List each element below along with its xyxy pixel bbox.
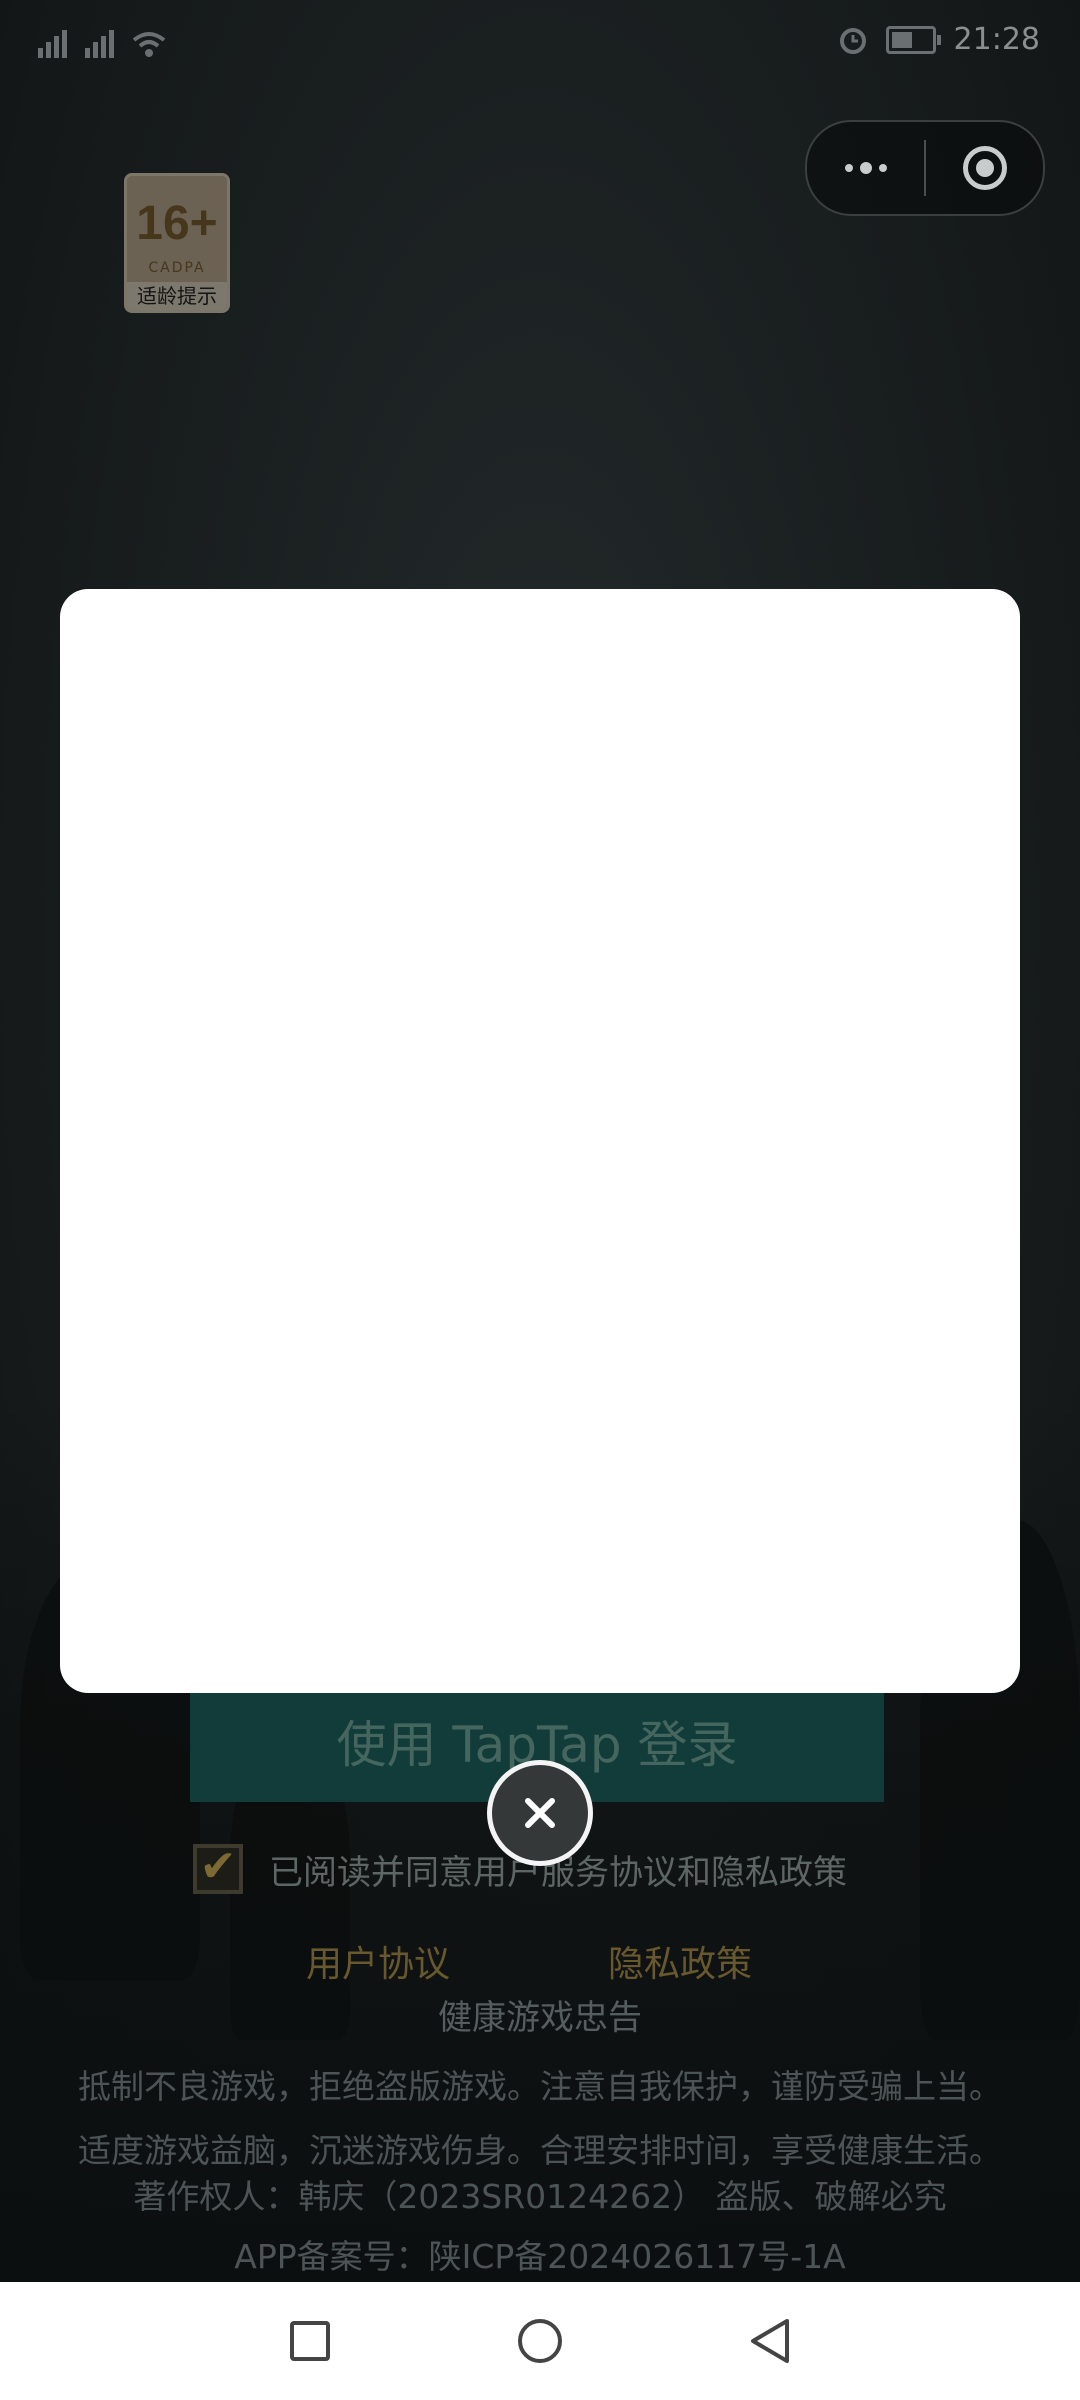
triangle-back-icon[interactable] [690,2282,850,2400]
age-rating-tip: 适龄提示 [127,282,227,310]
copyright-text: 著作权人：韩庆（2023SR0124262） 盗版、破解必究 [133,2177,947,2216]
privacy-policy-link[interactable]: 隐私政策 [608,1935,752,1987]
status-right: 21:28 [838,22,1040,57]
close-icon[interactable] [487,1760,593,1866]
signal-indicators [38,30,166,58]
exit-miniprogram-icon[interactable] [926,122,1043,214]
wifi-icon [132,32,166,57]
square-icon[interactable] [230,2282,390,2400]
battery-icon [885,25,941,54]
signal-icon [38,30,67,58]
status-time: 21:28 [953,22,1040,57]
alarm-icon [839,27,866,54]
agree-checkbox[interactable]: ✔ [193,1844,243,1894]
health-advice-line-1: 抵制不良游戏，拒绝盗版游戏。注意自我保护，谨防受骗上当。 [78,2067,1002,2106]
age-rating-org: CADPA [148,260,206,276]
capsule-menu [805,120,1045,216]
user-agreement-link[interactable]: 用户协议 [306,1935,450,1987]
status-bar: 21:28 [0,0,1080,90]
popup-dialog [60,589,1020,1693]
more-dots-icon[interactable] [807,122,924,214]
icp-record: APP备案号：陕ICP备2024026117号-1A [234,2237,846,2276]
health-advice-line-2: 适度游戏益脑，沉迷游戏伤身。合理安排时间，享受健康生活。 [78,2131,1002,2170]
age-rating-badge: 16+ CADPA 适龄提示 [124,173,230,313]
health-advice-title: 健康游戏忠告 [438,1998,642,2038]
system-nav-bar [0,2282,1080,2400]
signal-icon [85,30,114,58]
age-rating: 16+ [136,197,218,250]
circle-icon[interactable] [460,2282,620,2400]
